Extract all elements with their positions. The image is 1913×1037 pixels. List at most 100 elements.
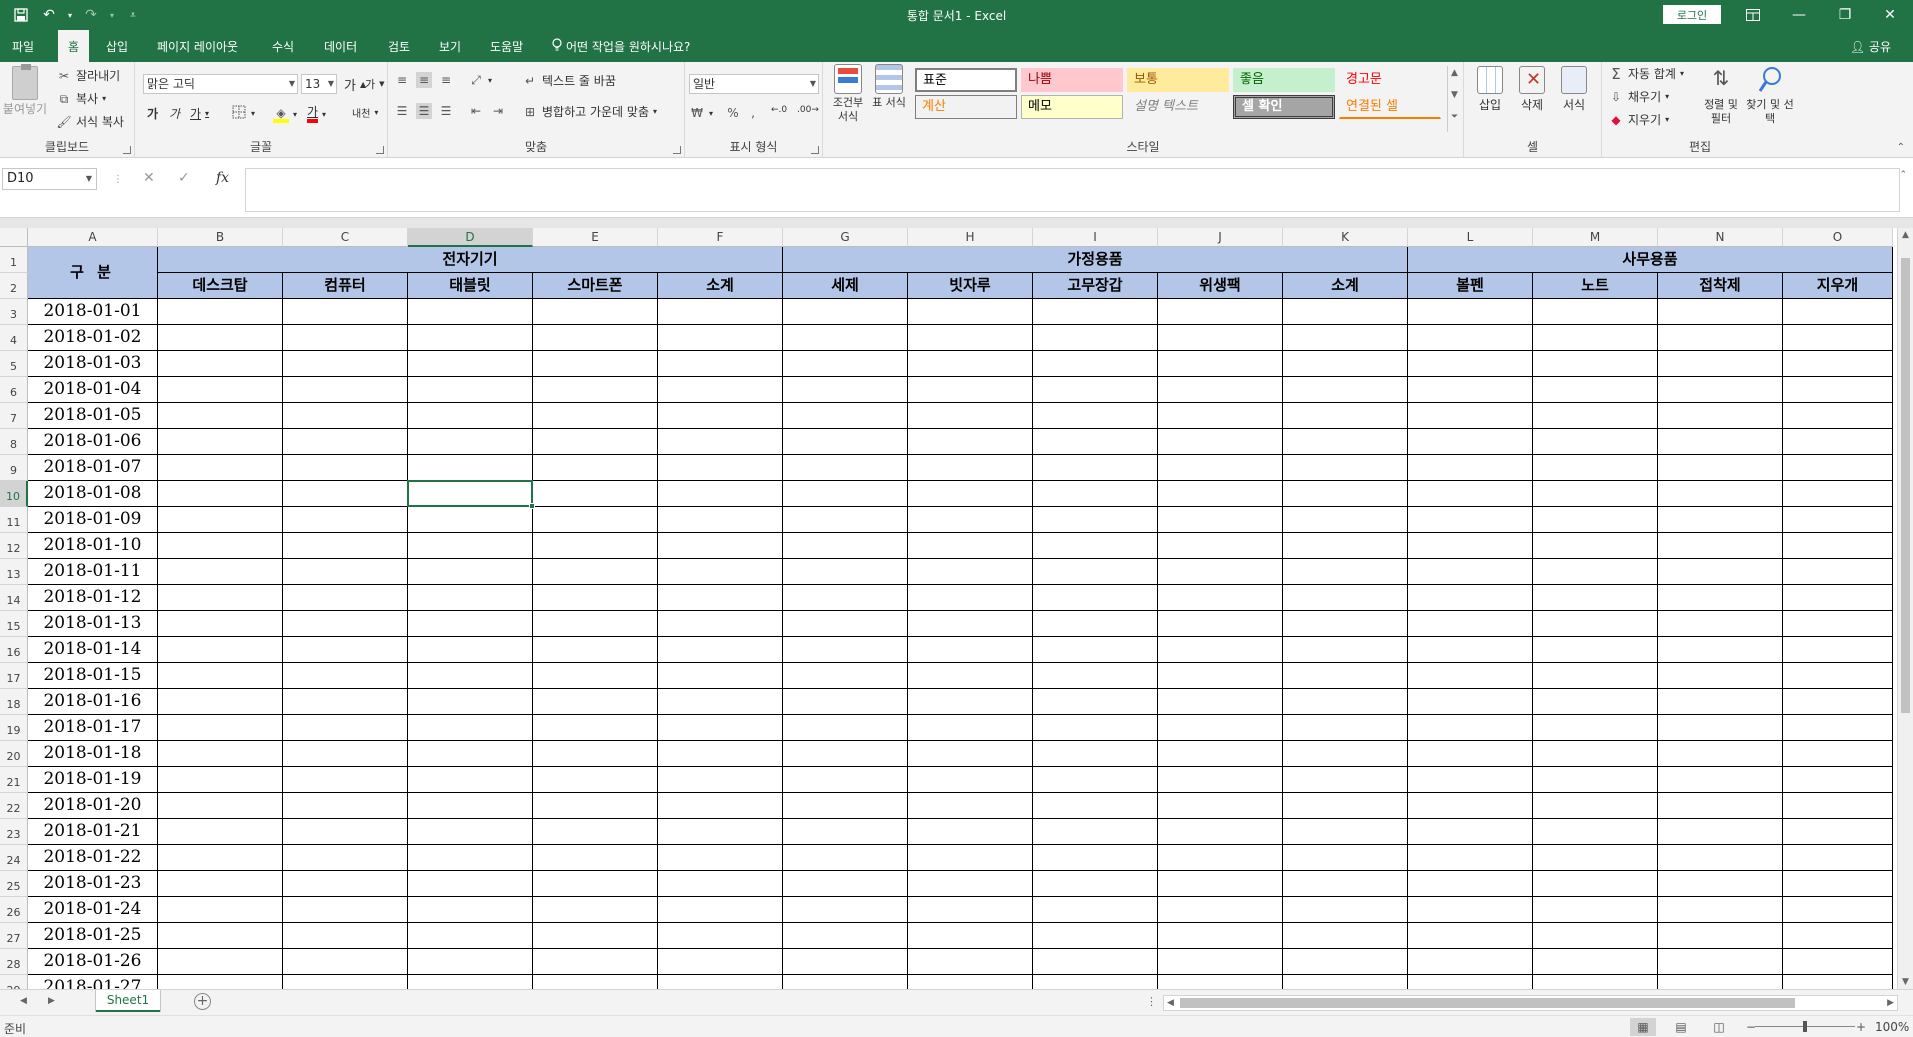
data-cell[interactable] (908, 845, 1033, 871)
data-cell[interactable] (408, 559, 533, 585)
data-cell[interactable] (1408, 637, 1533, 663)
data-cell[interactable] (408, 767, 533, 793)
data-cell[interactable] (1408, 455, 1533, 481)
data-cell[interactable] (783, 481, 908, 507)
row-header[interactable]: 15 (0, 611, 28, 637)
data-cell[interactable] (1283, 403, 1408, 429)
data-cell[interactable] (158, 845, 283, 871)
data-cell[interactable] (783, 377, 908, 403)
data-cell[interactable] (658, 351, 783, 377)
find-select-button[interactable]: 찾기 및 선택 (1746, 66, 1794, 126)
data-cell[interactable] (1283, 351, 1408, 377)
row-header[interactable]: 9 (0, 455, 28, 481)
vertical-scroll-thumb[interactable] (1901, 258, 1910, 713)
wrap-text-button[interactable]: ↵ 텍스트 줄 바꿈 (522, 72, 616, 89)
subheader-cell[interactable]: 세제 (783, 273, 908, 299)
autosum-button[interactable]: Σ 자동 합계 ▾ (1608, 65, 1684, 82)
data-cell[interactable] (1658, 637, 1783, 663)
data-cell[interactable] (658, 533, 783, 559)
data-cell[interactable] (1533, 949, 1658, 975)
date-cell[interactable]: 2018-01-06 (28, 429, 158, 455)
data-cell[interactable] (408, 403, 533, 429)
date-cell[interactable]: 2018-01-26 (28, 949, 158, 975)
grow-font-button[interactable]: 가 ▲ (344, 75, 366, 94)
data-cell[interactable] (408, 585, 533, 611)
data-cell[interactable] (1658, 897, 1783, 923)
data-cell[interactable] (1033, 611, 1158, 637)
data-cell[interactable] (658, 299, 783, 325)
data-cell[interactable] (1533, 325, 1658, 351)
data-cell[interactable] (533, 637, 658, 663)
data-cell[interactable] (1533, 507, 1658, 533)
date-cell[interactable]: 2018-01-02 (28, 325, 158, 351)
data-cell[interactable] (158, 949, 283, 975)
data-cell[interactable] (1783, 637, 1893, 663)
data-cell[interactable] (158, 637, 283, 663)
data-cell[interactable] (158, 403, 283, 429)
data-cell[interactable] (658, 663, 783, 689)
data-cell[interactable] (1408, 689, 1533, 715)
data-cell[interactable] (158, 429, 283, 455)
data-cell[interactable] (1533, 377, 1658, 403)
scroll-right-icon[interactable]: ▶ (1887, 998, 1894, 1008)
data-cell[interactable] (1158, 299, 1283, 325)
tab-home[interactable]: 홈 (58, 30, 90, 62)
column-header[interactable]: J (1158, 228, 1283, 247)
data-cell[interactable] (283, 377, 408, 403)
data-cell[interactable] (533, 377, 658, 403)
column-header[interactable]: N (1658, 228, 1783, 247)
data-cell[interactable] (1033, 559, 1158, 585)
dialog-launcher-icon[interactable] (673, 146, 681, 154)
column-header[interactable]: E (533, 228, 658, 247)
data-cell[interactable] (783, 897, 908, 923)
data-cell[interactable] (1283, 819, 1408, 845)
data-cell[interactable] (1033, 793, 1158, 819)
data-cell[interactable] (658, 793, 783, 819)
data-cell[interactable] (1033, 351, 1158, 377)
data-cell[interactable] (908, 741, 1033, 767)
data-cell[interactable] (783, 585, 908, 611)
data-cell[interactable] (1783, 923, 1893, 949)
data-cell[interactable] (1033, 325, 1158, 351)
data-cell[interactable] (408, 377, 533, 403)
data-cell[interactable] (1408, 403, 1533, 429)
data-cell[interactable] (1658, 377, 1783, 403)
data-cell[interactable] (283, 403, 408, 429)
copy-button[interactable]: ⧉ 복사 ▾ (56, 90, 106, 107)
data-cell[interactable] (783, 845, 908, 871)
cell-style-item[interactable]: 표준 (915, 68, 1017, 92)
data-cell[interactable] (1658, 819, 1783, 845)
date-cell[interactable]: 2018-01-21 (28, 819, 158, 845)
data-cell[interactable] (283, 793, 408, 819)
data-cell[interactable] (158, 351, 283, 377)
data-cell[interactable] (1158, 507, 1283, 533)
data-cell[interactable] (533, 819, 658, 845)
subheader-cell[interactable]: 지우개 (1783, 273, 1893, 299)
data-cell[interactable] (1283, 559, 1408, 585)
data-cell[interactable] (1533, 533, 1658, 559)
date-cell[interactable]: 2018-01-20 (28, 793, 158, 819)
data-cell[interactable] (1158, 559, 1283, 585)
data-cell[interactable] (1408, 923, 1533, 949)
splitter-handle-icon[interactable]: ⋮ (1146, 995, 1157, 1008)
data-cell[interactable] (1658, 455, 1783, 481)
data-cell[interactable] (1033, 533, 1158, 559)
data-cell[interactable] (408, 299, 533, 325)
data-cell[interactable] (658, 767, 783, 793)
data-cell[interactable] (908, 715, 1033, 741)
date-cell[interactable]: 2018-01-10 (28, 533, 158, 559)
data-cell[interactable] (783, 299, 908, 325)
data-cell[interactable] (783, 975, 908, 989)
data-cell[interactable] (1158, 767, 1283, 793)
font-size-combo[interactable]: 13 ▼ (301, 74, 337, 94)
data-cell[interactable] (1408, 507, 1533, 533)
data-cell[interactable] (533, 403, 658, 429)
data-cell[interactable] (1408, 585, 1533, 611)
data-cell[interactable] (1783, 663, 1893, 689)
data-cell[interactable] (1158, 403, 1283, 429)
tab-review[interactable]: 검토 (378, 30, 420, 62)
data-cell[interactable] (1783, 455, 1893, 481)
tab-page-layout[interactable]: 페이지 레이아웃 (147, 30, 248, 62)
data-cell[interactable] (533, 533, 658, 559)
formula-input[interactable] (245, 168, 1900, 212)
